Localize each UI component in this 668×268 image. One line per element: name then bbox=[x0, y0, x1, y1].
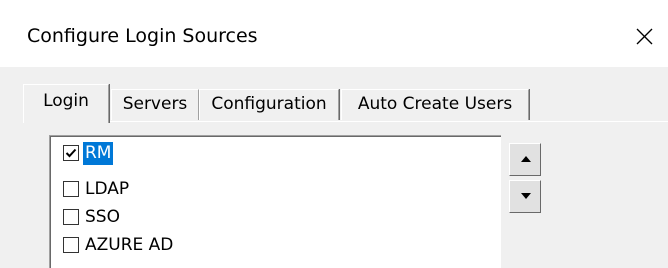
tab-configuration[interactable]: Configuration bbox=[199, 89, 339, 120]
tab-label: Login bbox=[43, 91, 89, 111]
tab-label: Auto Create Users bbox=[357, 94, 513, 114]
list-item-label: RM bbox=[83, 141, 114, 165]
sso-checkbox[interactable] bbox=[63, 209, 79, 225]
move-down-button[interactable] bbox=[509, 180, 541, 213]
checkmark-icon bbox=[65, 148, 77, 158]
arrow-up-icon bbox=[521, 156, 531, 162]
move-up-button[interactable] bbox=[509, 143, 541, 176]
tab-label: Configuration bbox=[211, 94, 327, 114]
azure-ad-checkbox[interactable] bbox=[63, 237, 79, 253]
tab-strip: Login Servers Configuration Auto Create … bbox=[23, 84, 643, 124]
configure-login-sources-dialog: Configure Login Sources Login Servers Co… bbox=[0, 0, 668, 268]
title-bar: Configure Login Sources bbox=[0, 0, 668, 67]
tab-login[interactable]: Login bbox=[23, 84, 109, 123]
tab-label: Servers bbox=[122, 94, 188, 114]
rm-checkbox[interactable] bbox=[63, 145, 79, 161]
list-item-label: LDAP bbox=[85, 178, 130, 199]
list-item-ldap[interactable]: LDAP bbox=[63, 176, 131, 202]
close-icon bbox=[636, 28, 653, 45]
window-title: Configure Login Sources bbox=[27, 25, 258, 47]
list-item-azure-ad[interactable]: AZURE AD bbox=[63, 232, 175, 258]
arrow-down-icon bbox=[521, 193, 531, 199]
list-item-sso[interactable]: SSO bbox=[63, 204, 122, 230]
close-button[interactable] bbox=[626, 16, 662, 56]
list-item-label: AZURE AD bbox=[85, 234, 174, 255]
list-item-rm[interactable]: RM bbox=[63, 140, 114, 166]
tab-auto-create-users[interactable]: Auto Create Users bbox=[341, 89, 529, 120]
list-item-label: SSO bbox=[85, 206, 120, 227]
tab-pane-border bbox=[23, 121, 668, 122]
login-sources-list[interactable]: RM LDAP SSO AZURE AD bbox=[49, 135, 501, 268]
ldap-checkbox[interactable] bbox=[63, 181, 79, 197]
tab-servers[interactable]: Servers bbox=[111, 89, 199, 120]
